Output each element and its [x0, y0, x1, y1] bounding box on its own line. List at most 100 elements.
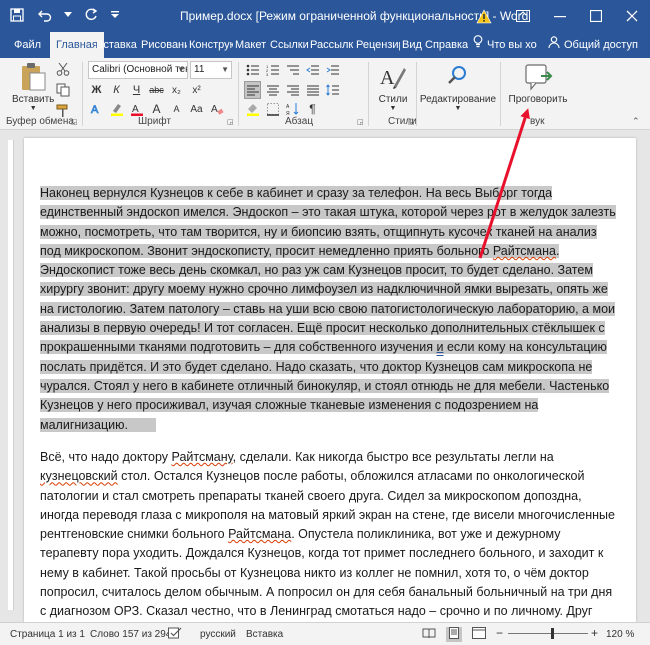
- text-line[interactable]: под микроскопом. Звонит эндоскописту, пр…: [40, 242, 620, 261]
- zoom-level[interactable]: 120 %: [606, 629, 634, 640]
- chevron-down-icon: ▼: [454, 105, 462, 112]
- read-mode-icon[interactable]: [422, 628, 436, 642]
- paragraph[interactable]: Всё, что надо доктору Райтсману, сделали…: [40, 448, 620, 622]
- text-line[interactable]: Эндоскопист тоже весь день скомкал, но р…: [40, 261, 620, 280]
- text-line[interactable]: Наконец вернулся Кузнецов к себе в кабин…: [40, 184, 620, 203]
- customize-qat-icon[interactable]: [110, 6, 120, 24]
- tab-review[interactable]: Рецензир: [356, 32, 400, 58]
- bullets-icon[interactable]: [244, 61, 261, 79]
- text-line[interactable]: Всё, что надо доктору Райтсману, сделали…: [40, 448, 620, 467]
- underline-button[interactable]: Ч: [128, 81, 145, 99]
- editing-button[interactable]: Редактирование ▼: [420, 62, 496, 112]
- copy-icon[interactable]: [56, 83, 70, 100]
- paragraph-selected[interactable]: Наконец вернулся Кузнецов к себе в кабин…: [40, 184, 620, 435]
- zoom-slider[interactable]: [508, 633, 588, 634]
- superscript-button[interactable]: x²: [188, 81, 205, 99]
- align-left-icon[interactable]: [244, 81, 261, 99]
- text-line[interactable]: рентгеновские снимки больного Райтсмана.…: [40, 525, 620, 544]
- text-line[interactable]: терапевту пора уходить. Дождался Кузнецо…: [40, 544, 620, 563]
- font-size-combo[interactable]: 11 ▼: [190, 61, 232, 79]
- change-case-button[interactable]: Aa: [188, 100, 205, 118]
- web-layout-icon[interactable]: [472, 627, 486, 642]
- undo-dropdown-icon[interactable]: [64, 6, 72, 24]
- title-bar: Пример.docx [Режим ограниченной функцион…: [0, 0, 650, 32]
- svg-text:3: 3: [266, 72, 269, 76]
- tab-file[interactable]: Файл: [14, 32, 41, 58]
- save-icon[interactable]: [8, 6, 26, 24]
- cut-icon[interactable]: [56, 62, 70, 79]
- paste-button[interactable]: Вставить ▼: [12, 62, 54, 112]
- dialog-launcher-icon[interactable]: ◲: [357, 118, 364, 126]
- zoom-out-button[interactable]: −: [496, 626, 503, 640]
- share-button[interactable]: Общий доступ: [548, 32, 638, 58]
- insert-mode[interactable]: Вставка: [246, 629, 283, 640]
- text-line[interactable]: с диагнозом ОРЗ. Сказал честно, что в Ле…: [40, 602, 620, 621]
- text-line[interactable]: единственный эндоскоп имелся. Эндоскоп –…: [40, 203, 620, 222]
- justify-icon[interactable]: [304, 81, 321, 99]
- minimize-icon[interactable]: [542, 0, 578, 32]
- tab-draw[interactable]: Рисовани: [141, 32, 187, 58]
- shading-icon[interactable]: [244, 100, 261, 118]
- italic-button[interactable]: К: [108, 81, 125, 99]
- increase-indent-icon[interactable]: [324, 61, 341, 79]
- tab-layout[interactable]: Макет: [235, 32, 266, 58]
- styles-button[interactable]: A Стили ▼: [378, 62, 408, 112]
- page-count[interactable]: Страница 1 из 1: [10, 629, 85, 640]
- align-right-icon[interactable]: [284, 81, 301, 99]
- text-line[interactable]: патологии и стал смотреть препараты ткан…: [40, 487, 620, 506]
- text-line[interactable]: попросил, считалось делом обычным. А поп…: [40, 583, 620, 602]
- dialog-launcher-icon[interactable]: ◲: [71, 118, 78, 126]
- collapse-ribbon-icon[interactable]: ⌃: [632, 116, 640, 127]
- repeat-icon[interactable]: [82, 6, 100, 24]
- language-indicator[interactable]: русский: [200, 629, 236, 640]
- bold-button[interactable]: Ж: [88, 81, 105, 99]
- text-line[interactable]: послать придётся. И это будет сделано. Н…: [40, 358, 620, 377]
- speak-button[interactable]: Проговорить: [506, 62, 570, 105]
- highlight-icon[interactable]: [108, 100, 125, 118]
- text-line[interactable]: кузнецовский стол. Остался Кузнецов посл…: [40, 467, 620, 486]
- text-line[interactable]: малигнизацию.: [40, 416, 620, 435]
- text-line[interactable]: нему в кабинет. Такой просьбы от Кузнецо…: [40, 564, 620, 583]
- strikethrough-button[interactable]: abc: [148, 81, 165, 99]
- text-line[interactable]: анализы в первую очередь! И тот согласен…: [40, 319, 620, 338]
- tab-mailings[interactable]: Рассылк: [310, 32, 354, 58]
- subscript-button[interactable]: x₂: [168, 81, 185, 99]
- text-line[interactable]: иногда переводя глаза с микрополя на мат…: [40, 506, 620, 525]
- line-spacing-icon[interactable]: [324, 81, 341, 99]
- tab-insert[interactable]: Вставка: [96, 32, 137, 58]
- undo-icon[interactable]: [36, 6, 54, 24]
- text-effects-icon[interactable]: A: [88, 100, 105, 118]
- warning-icon[interactable]: [475, 7, 493, 25]
- ribbon-display-icon[interactable]: [505, 0, 541, 32]
- text-line[interactable]: на гистологию. Затем патологу – ставь на…: [40, 300, 620, 319]
- group-divider: [416, 62, 417, 126]
- tab-view[interactable]: Вид: [402, 32, 422, 58]
- person-icon: [548, 32, 560, 58]
- dialog-launcher-icon[interactable]: ◲: [408, 118, 415, 126]
- tab-help[interactable]: Справка: [425, 32, 468, 58]
- zoom-in-button[interactable]: +: [591, 626, 598, 640]
- maximize-icon[interactable]: [578, 0, 614, 32]
- text-line[interactable]: хирургу звонит: другу моему нужно срочно…: [40, 280, 620, 299]
- document-page[interactable]: Наконец вернулся Кузнецов к себе в кабин…: [24, 138, 636, 622]
- decrease-indent-icon[interactable]: [304, 61, 321, 79]
- text-line[interactable]: прокрашенными тканями подготовить – для …: [40, 338, 620, 357]
- word-count[interactable]: Слово 157 из 294: [90, 629, 171, 640]
- zoom-slider-thumb[interactable]: [551, 628, 554, 639]
- text-line[interactable]: чурался. Стоял у него в кабинете отличны…: [40, 377, 620, 396]
- proofing-icon[interactable]: [168, 627, 182, 642]
- text-line[interactable]: можно, посмотреть, что там творится, ну …: [40, 223, 620, 242]
- tab-references[interactable]: Ссылки: [270, 32, 309, 58]
- align-center-icon[interactable]: [264, 81, 281, 99]
- numbering-icon[interactable]: 123: [264, 61, 281, 79]
- tab-design[interactable]: Конструк: [189, 32, 233, 58]
- font-name-combo[interactable]: Calibri (Основной тек ▼: [88, 61, 188, 79]
- dialog-launcher-icon[interactable]: ◲: [227, 118, 234, 126]
- print-layout-icon[interactable]: [446, 627, 462, 642]
- close-icon[interactable]: [614, 0, 650, 32]
- clear-formatting-icon[interactable]: A: [208, 100, 225, 118]
- text-line[interactable]: Кузнецов у него просиживал, изучая сложн…: [40, 396, 620, 415]
- borders-icon[interactable]: [264, 100, 281, 118]
- multilevel-list-icon[interactable]: [284, 61, 301, 79]
- tell-me-box[interactable]: Что вы хо: [473, 32, 537, 58]
